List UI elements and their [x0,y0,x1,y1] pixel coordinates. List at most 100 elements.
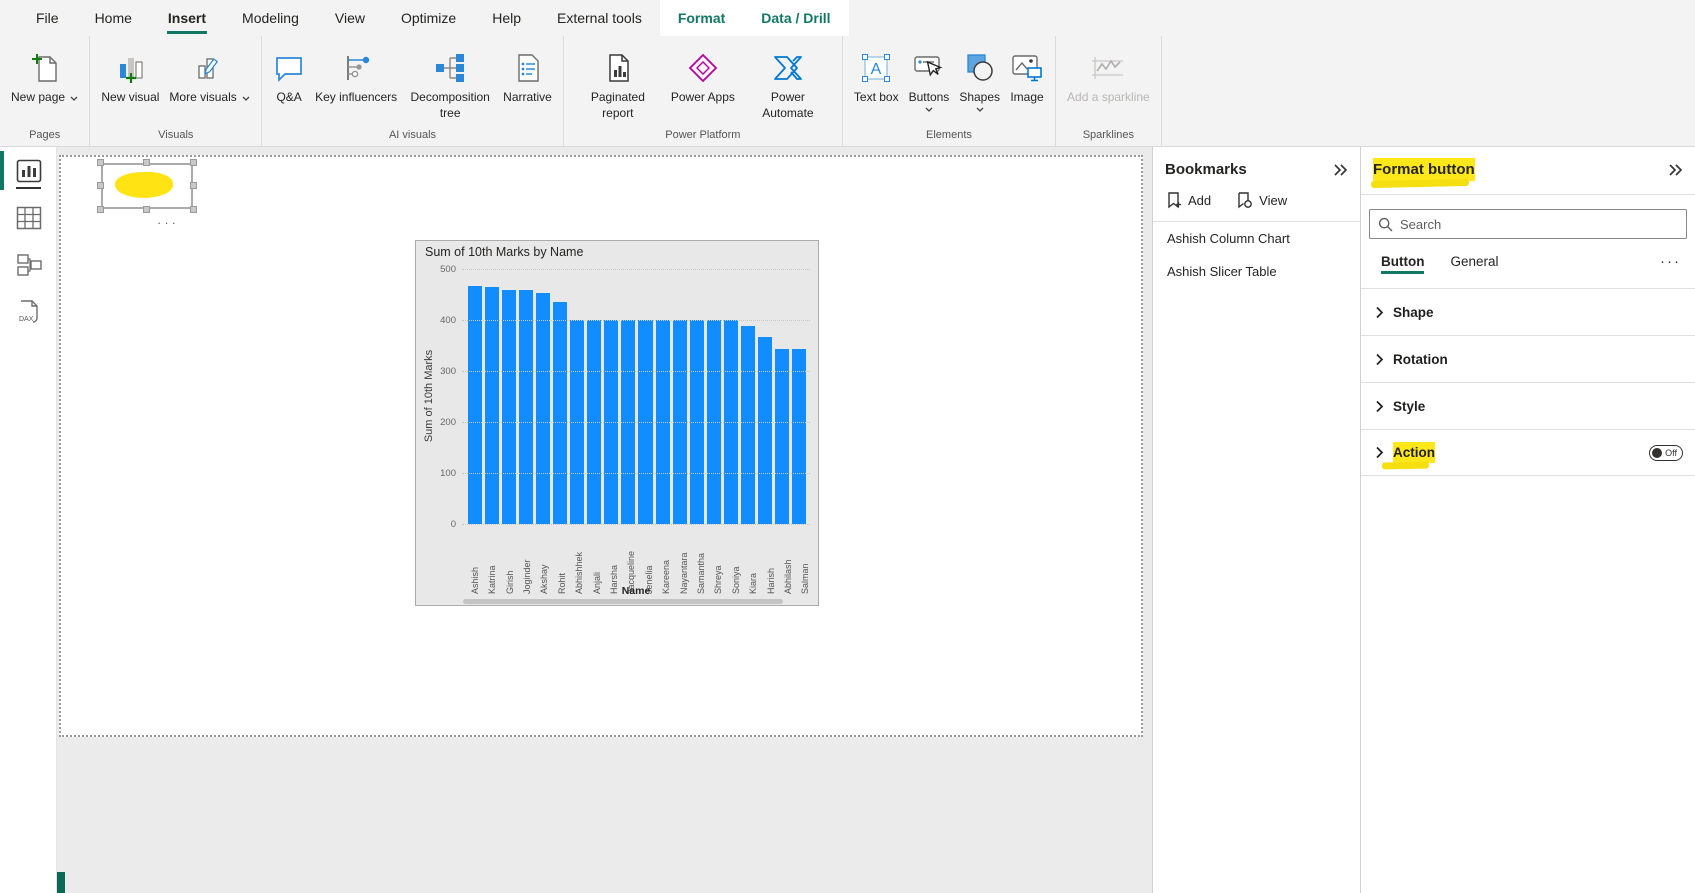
bookmark-view-icon [1237,192,1253,209]
resize-handle[interactable] [97,159,104,166]
menu-home[interactable]: Home [77,0,150,36]
image-icon [1010,46,1044,90]
report-view-button[interactable] [0,147,57,194]
resize-handle[interactable] [190,159,197,166]
new-visual-button[interactable]: New visual [96,44,164,108]
more-visuals-icon [194,46,226,90]
power-apps-icon [687,46,719,90]
sparkline-icon [1090,46,1126,90]
search-input[interactable] [1400,217,1678,232]
section-shape[interactable]: Shape [1361,288,1695,335]
add-sparkline-button[interactable]: Add a sparkline [1062,44,1155,108]
bar[interactable] [536,293,550,524]
buttons-icon [912,46,946,90]
column-chart-visual[interactable]: Sum of 10th Marks by Name Sum of 10th Ma… [415,240,819,606]
menu-insert[interactable]: Insert [150,0,224,36]
qa-button[interactable]: Q&A [268,44,310,108]
x-axis-title: Name [462,585,810,597]
bar[interactable] [775,349,789,524]
narrative-button[interactable]: Narrative [498,44,557,108]
bookmarks-title: Bookmarks [1165,161,1247,178]
section-action[interactable]: Action Off [1361,429,1695,476]
menu-data-drill[interactable]: Data / Drill [743,0,848,36]
resize-handle[interactable] [97,182,104,189]
menu-modeling[interactable]: Modeling [224,0,317,36]
menu-file[interactable]: File [18,0,77,36]
ribbon-group-power-platform: Paginated report Power Apps Power Automa… [564,36,843,146]
group-label-elements: Elements [849,126,1049,146]
toggle-knob [1652,448,1662,458]
model-view-icon [16,252,42,278]
resize-handle[interactable] [143,206,150,213]
power-apps-button[interactable]: Power Apps [666,44,740,108]
chevron-right-icon [1375,400,1384,413]
y-axis-tick: 500 [426,264,456,275]
bookmark-item[interactable]: Ashish Column Chart [1153,222,1360,255]
bar[interactable] [553,302,567,524]
bookmark-item[interactable]: Ashish Slicer Table [1153,255,1360,288]
collapse-bookmarks-pane-icon[interactable] [1332,163,1348,177]
chevron-right-icon [1375,306,1384,319]
model-view-button[interactable] [0,241,57,288]
image-button[interactable]: Image [1005,44,1049,108]
chart-horizontal-scrollbar[interactable] [463,599,783,604]
bar[interactable] [485,287,499,524]
dax-query-view-button[interactable]: DAX [0,288,57,335]
resize-handle[interactable] [190,206,197,213]
group-label-ai-visuals: AI visuals [268,126,557,146]
text-box-button[interactable]: A Text box [849,44,904,108]
section-rotation[interactable]: Rotation [1361,335,1695,382]
tab-general[interactable]: General [1450,254,1498,278]
menu-external-tools[interactable]: External tools [539,0,660,36]
menu-view[interactable]: View [317,0,383,36]
bar[interactable] [792,349,806,524]
chart-title: Sum of 10th Marks by Name [425,245,583,259]
y-axis-tick: 300 [426,366,456,377]
menu-help[interactable]: Help [474,0,539,36]
resize-handle[interactable] [190,182,197,189]
decomposition-tree-button[interactable]: Decomposition tree [402,44,498,123]
highlight-scribble [1382,462,1429,470]
gridline [462,422,810,423]
key-influencers-button[interactable]: Key influencers [310,44,402,108]
more-visuals-button[interactable]: More visuals [164,44,255,108]
collapse-format-pane-icon[interactable] [1667,163,1683,177]
resize-handle[interactable] [97,206,104,213]
bar[interactable] [741,326,755,524]
action-toggle[interactable]: Off [1649,445,1683,461]
search-icon [1378,217,1393,232]
paginated-report-button[interactable]: Paginated report [570,44,666,123]
selected-button-visual[interactable] [101,163,193,209]
tabs-overflow-icon[interactable]: ··· [1660,253,1681,278]
scrollbar-corner[interactable] [57,872,65,893]
bar[interactable] [519,290,533,524]
visual-more-options[interactable]: ··· [157,215,179,230]
shapes-icon [964,46,996,90]
chevron-down-icon [976,107,984,112]
text-box-icon: A [860,46,892,90]
chevron-down-icon [242,96,250,101]
new-page-button[interactable]: New page [6,44,83,108]
table-view-icon [16,206,42,230]
add-bookmark-button[interactable]: Add [1167,192,1211,209]
bar[interactable] [468,286,482,524]
report-canvas[interactable]: ··· Sum of 10th Marks by Name Sum of 10t… [57,147,1152,893]
section-style[interactable]: Style [1361,382,1695,429]
menu-format[interactable]: Format [660,0,743,36]
bookmark-add-icon [1167,192,1182,209]
bar[interactable] [502,290,516,524]
report-page[interactable]: ··· Sum of 10th Marks by Name Sum of 10t… [59,155,1143,737]
menubar: File Home Insert Modeling View Optimize … [0,0,1695,36]
resize-handle[interactable] [143,159,150,166]
shapes-button[interactable]: Shapes [954,44,1005,114]
view-bookmarks-button[interactable]: View [1237,192,1287,209]
key-influencers-icon [340,46,372,90]
menu-optimize[interactable]: Optimize [383,0,474,36]
tab-button[interactable]: Button [1381,254,1424,278]
buttons-button[interactable]: Buttons [904,44,955,114]
bar[interactable] [758,337,772,524]
power-automate-button[interactable]: Power Automate [740,44,836,123]
report-view-icon [16,159,42,183]
chevron-right-icon [1375,446,1384,459]
table-view-button[interactable] [0,194,57,241]
